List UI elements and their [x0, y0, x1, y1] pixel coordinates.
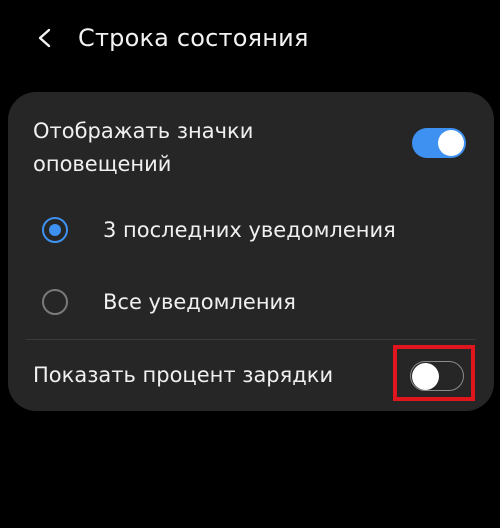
- back-button[interactable]: [28, 20, 64, 56]
- toggle-knob: [412, 362, 439, 390]
- page-title: Строка состояния: [78, 24, 309, 52]
- settings-card: Отображать значки оповещений 3 последних…: [8, 92, 494, 411]
- battery-percent-label: Показать процент зарядки: [33, 363, 334, 387]
- divider: [26, 339, 476, 340]
- notification-icons-label: Отображать значки оповещений: [33, 119, 254, 176]
- notification-icons-toggle[interactable]: [412, 128, 466, 158]
- radio-all-notifications[interactable]: [42, 289, 68, 315]
- app-header: Строка состояния: [0, 0, 500, 80]
- battery-percent-toggle[interactable]: [410, 361, 464, 391]
- radio-last-3-notifications[interactable]: [42, 217, 68, 243]
- toggle-knob: [438, 130, 464, 156]
- option-all-label: Все уведомления: [103, 290, 296, 314]
- radio-selected-dot: [49, 224, 61, 236]
- chevron-left-icon: [28, 20, 64, 56]
- status-bar-settings-screen: Строка состояния Отображать значки опове…: [0, 0, 500, 528]
- option-last-3-label: 3 последних уведомления: [103, 218, 396, 242]
